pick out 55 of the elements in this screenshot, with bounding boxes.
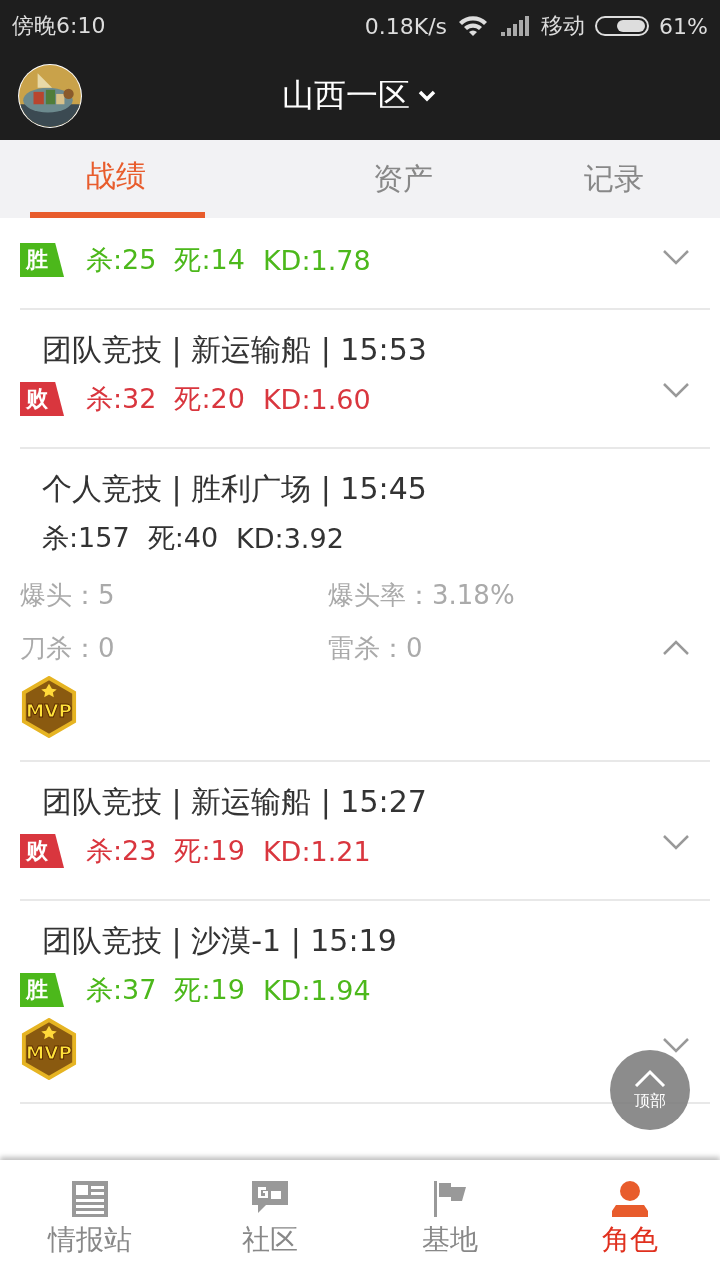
nav-item[interactable]: 角色 <box>540 1160 720 1280</box>
stat-value: 死:20 <box>174 382 245 416</box>
match-title: 团队竞技 | 新运输船 | 15:27 <box>41 783 428 822</box>
chevron-icon[interactable] <box>662 833 690 851</box>
chevron-icon[interactable] <box>662 248 690 266</box>
stat-value: 死:40 <box>147 521 219 555</box>
server-selector[interactable]: 山西一区 <box>282 74 438 118</box>
network-speed: 0.18K/s <box>364 13 448 39</box>
result-badge: 胜 <box>20 973 64 1007</box>
stat-value: KD:1.60 <box>262 383 371 415</box>
nav-item[interactable]: 基地 <box>360 1160 540 1280</box>
match-title: 团队竞技 | 沙漠-1 | 15:19 <box>41 922 398 961</box>
result-badge: 败 <box>20 834 64 868</box>
chevron-up-icon <box>634 1068 666 1087</box>
signal-icon <box>499 14 532 38</box>
tab[interactable]: 资产 <box>297 140 509 218</box>
match-title: 个人竞技 | 胜利广场 | 15:45 <box>41 470 428 509</box>
stat-value: 杀:23 <box>86 834 157 868</box>
stat-value: KD:1.94 <box>262 974 371 1006</box>
back-to-top-button[interactable]: 顶部 <box>610 1050 690 1130</box>
detail-value: 爆头率：3.18% <box>328 579 515 612</box>
stat-value: 死:19 <box>174 973 245 1007</box>
stat-value: KD:1.21 <box>262 835 371 867</box>
person-icon <box>612 1181 648 1217</box>
stat-value: 杀:157 <box>42 521 130 555</box>
nav-item[interactable]: 社区 <box>180 1160 360 1280</box>
tab[interactable]: 记录 <box>508 140 720 218</box>
mvp-badge: MVP <box>20 1018 78 1080</box>
battery-icon <box>595 16 650 36</box>
flag-icon <box>432 1181 468 1217</box>
stat-value: KD:3.92 <box>236 522 344 554</box>
chevron-icon[interactable] <box>662 381 690 399</box>
stat-value: 杀:32 <box>86 382 157 416</box>
match-title: 团队竞技 | 新运输船 | 15:53 <box>41 331 428 370</box>
stat-value: 杀:37 <box>86 973 157 1007</box>
tab[interactable]: 战绩 <box>0 140 298 218</box>
stat-value: 死:14 <box>174 243 245 277</box>
detail-value: 爆头：5 <box>20 579 115 612</box>
newspaper-icon <box>72 1181 108 1217</box>
stat-value: 死:19 <box>174 834 245 868</box>
battery-percent: 61% <box>659 13 708 39</box>
chevron-icon[interactable] <box>662 639 690 657</box>
result-badge: 胜 <box>20 243 64 277</box>
stat-value: 杀:25 <box>86 243 157 277</box>
stat-value: KD:1.78 <box>262 244 371 276</box>
detail-value: 雷杀：0 <box>328 632 423 665</box>
status-time: 傍晚6:10 <box>12 12 106 40</box>
carrier-name: 移动 <box>541 12 586 40</box>
nav-item[interactable]: 情报站 <box>0 1160 180 1280</box>
result-badge: 败 <box>20 382 64 416</box>
detail-value: 刀杀：0 <box>20 632 115 665</box>
mvp-badge: MVP <box>20 676 78 738</box>
wifi-icon <box>457 14 490 38</box>
caret-icon <box>416 88 438 104</box>
chevron-icon[interactable] <box>662 1036 690 1054</box>
